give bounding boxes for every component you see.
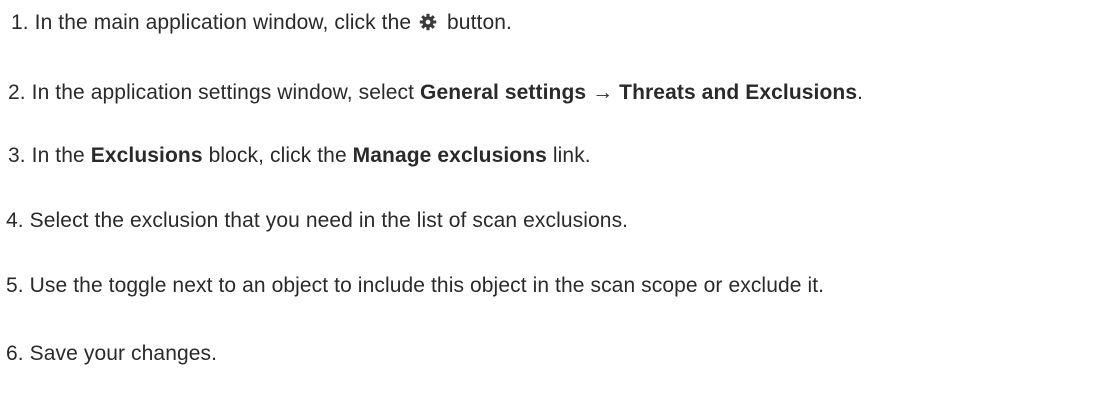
step-text: In the application settings window, sele…: [31, 81, 415, 104]
step-number: 2.: [8, 81, 26, 104]
step-number: 1.: [11, 11, 29, 34]
step-text: link.: [552, 144, 591, 167]
step-4: 4. Select the exclusion that you need in…: [6, 206, 628, 236]
step-3: 3. In the Exclusions block, click the Ma…: [8, 141, 591, 171]
step-6: 6. Save your changes.: [6, 339, 217, 369]
gear-icon: [419, 13, 437, 31]
step-text: .: [857, 81, 864, 104]
step-2: 2. In the application settings window, s…: [8, 78, 863, 108]
step-number: 5.: [6, 274, 24, 297]
step-text: block, click the: [208, 144, 347, 167]
step-text: button.: [447, 11, 512, 34]
step-text: Select the exclusion that you need in th…: [29, 209, 629, 232]
step-5: 5. Use the toggle next to an object to i…: [6, 271, 824, 301]
step-text: Use the toggle next to an object to incl…: [29, 274, 825, 297]
step-number: 6.: [6, 342, 24, 365]
step-number: 4.: [6, 209, 24, 232]
step-text: Save your changes.: [29, 342, 218, 365]
ui-term-threats-and-exclusions: Threats and Exclusions: [619, 81, 858, 104]
ui-term-general-settings: General settings: [420, 81, 587, 104]
arrow-separator: →: [592, 81, 614, 104]
step-1: 1. In the main application window, click…: [11, 8, 512, 38]
ui-term-exclusions: Exclusions: [90, 144, 203, 167]
step-text: In the main application window, click th…: [34, 11, 412, 34]
step-text: In the: [31, 144, 85, 167]
ui-term-manage-exclusions: Manage exclusions: [352, 144, 547, 167]
instruction-steps-list: 1. In the main application window, click…: [0, 0, 1098, 409]
step-number: 3.: [8, 144, 26, 167]
